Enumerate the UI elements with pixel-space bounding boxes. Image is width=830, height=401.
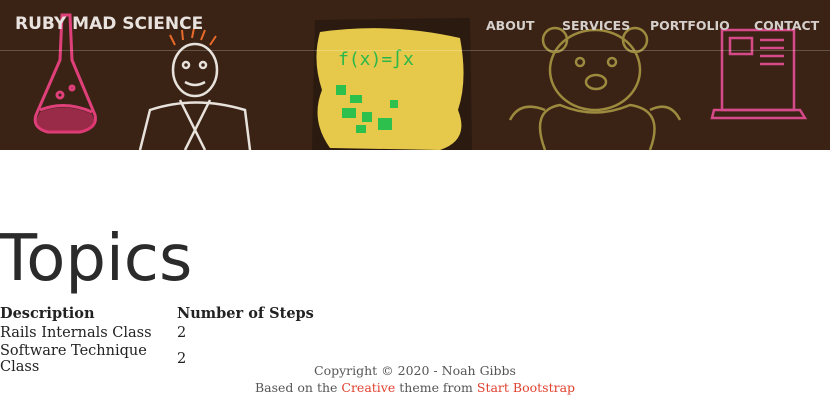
- table-header-row: Description Number of Steps: [0, 303, 314, 323]
- nav-portfolio[interactable]: PORTFOLIO: [650, 18, 730, 33]
- creative-theme-link[interactable]: Creative: [341, 380, 395, 395]
- banner-formula: f(x)=∫x: [338, 49, 414, 70]
- page-title: Topics: [0, 222, 193, 296]
- footer: Copyright © 2020 - Noah Gibbs Based on t…: [0, 362, 830, 396]
- nav-about[interactable]: ABOUT: [486, 18, 535, 33]
- credits-prefix: Based on the: [254, 380, 342, 395]
- nav-services[interactable]: SERVICES: [562, 18, 630, 33]
- credits-line: Based on the Creative theme from Start B…: [0, 379, 830, 396]
- nav-contact[interactable]: CONTACT: [754, 18, 819, 33]
- start-bootstrap-link[interactable]: Start Bootstrap: [477, 380, 575, 395]
- topic-description: Rails Internals Class: [0, 325, 152, 341]
- header-banner: f(x)=∫x RUBY MAD SCIENCE ABOUT SERVICES …: [0, 0, 830, 150]
- table-row: Rails Internals Class 2: [0, 323, 314, 343]
- column-header-steps: Number of Steps: [177, 304, 314, 322]
- credits-middle: theme from: [395, 380, 477, 395]
- topic-steps: 2: [177, 325, 187, 341]
- brand-link[interactable]: RUBY MAD SCIENCE: [15, 14, 203, 34]
- copyright-text: Copyright © 2020 - Noah Gibbs: [314, 363, 516, 378]
- column-header-description: Description: [0, 304, 95, 322]
- bear-drawing: [508, 26, 682, 150]
- computer-drawing: [710, 28, 808, 120]
- navbar-divider: [0, 50, 830, 51]
- scientist-drawing: [138, 42, 252, 150]
